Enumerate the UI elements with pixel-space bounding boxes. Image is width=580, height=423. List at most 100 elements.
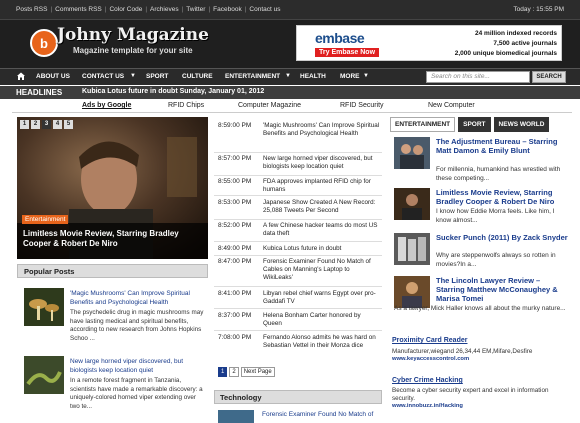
popular-post-title[interactable]: New large horned viper discovered, but b… xyxy=(70,358,205,375)
chevron-down-icon[interactable]: ▼ xyxy=(363,73,369,79)
nav-culture[interactable]: CULTURE xyxy=(182,73,213,80)
next-page-link[interactable]: Next Page xyxy=(240,367,275,377)
feed-row[interactable]: 8:55:00 PM FDA approves implanted RFID c… xyxy=(214,176,382,196)
entertainment-post-excerpt: Why are steppenwolfs always so rotten in… xyxy=(436,252,556,268)
slider-tab[interactable]: 5 xyxy=(64,120,73,129)
top-link-comments-rss[interactable]: Comments RSS xyxy=(55,6,102,13)
feed-link[interactable]: New large horned viper discovered, but b… xyxy=(263,155,380,171)
feed-row[interactable]: 8:59:00 PM 'Magic Mushrooms' Can Improve… xyxy=(214,117,382,153)
separator: | xyxy=(50,6,53,13)
feed-row[interactable]: 8:53:00 PM Japanese Show Created A New R… xyxy=(214,196,382,220)
nav-sport[interactable]: SPORT xyxy=(146,73,168,80)
featured-slider[interactable]: 1 2 3 4 5 Entertainment Limitless Movie … xyxy=(17,117,208,259)
entertainment-post-title[interactable]: The Lincoln Lawyer Review – Starring Mat… xyxy=(436,276,570,303)
entertainment-post-title[interactable]: Sucker Punch (2011) By Zack Snyder xyxy=(436,233,570,242)
feed-row[interactable]: 8:57:00 PM New large horned viper discov… xyxy=(214,153,382,176)
ad-link[interactable]: New Computer xyxy=(428,102,475,109)
post-thumbnail[interactable] xyxy=(394,137,430,169)
ad-line: 2,000 unique biomedical journals xyxy=(454,50,557,57)
top-link-facebook[interactable]: Facebook xyxy=(213,6,242,13)
separator: | xyxy=(104,6,107,13)
divider xyxy=(12,112,572,113)
technology-heading: Technology xyxy=(214,390,382,404)
ad-line: 24 million indexed records xyxy=(475,30,557,37)
post-thumbnail[interactable] xyxy=(24,288,64,326)
feed-link[interactable]: Japanese Show Created A New Record: 25,0… xyxy=(263,199,380,215)
top-link-archieves[interactable]: Archieves xyxy=(150,6,179,13)
post-thumbnail[interactable] xyxy=(394,188,430,220)
separator: | xyxy=(244,6,247,13)
feed-time: 8:52:00 PM xyxy=(218,222,252,229)
feed-row[interactable]: 8:47:00 PM Forensic Examiner Found No Ma… xyxy=(214,256,382,287)
nav-more[interactable]: MORE xyxy=(340,73,360,80)
sidebar-ad-title[interactable]: Proximity Card Reader xyxy=(392,337,467,344)
post-thumbnail[interactable] xyxy=(394,233,430,265)
page-link-current[interactable]: 1 xyxy=(218,367,228,377)
feed-row[interactable]: 7:08:00 PM Fernando Alonso admits he was… xyxy=(214,331,382,362)
post-thumbnail[interactable] xyxy=(394,276,430,308)
slider-tab-active[interactable]: 3 xyxy=(42,120,51,129)
top-link-color-code[interactable]: Color Code xyxy=(109,6,142,13)
headlines-label: HEADLINES xyxy=(16,88,63,97)
separator: | xyxy=(208,6,211,13)
home-icon[interactable] xyxy=(16,71,28,83)
separator: | xyxy=(145,6,148,13)
feed-row[interactable]: 8:37:00 PM Helena Bonham Carter honored … xyxy=(214,309,382,331)
post-thumbnail[interactable] xyxy=(24,356,64,394)
nav-entertainment[interactable]: ENTERTAINMENT xyxy=(225,73,280,80)
page-link[interactable]: 2 xyxy=(229,367,239,377)
slider-caption[interactable]: Limitless Movie Review, Starring Bradley… xyxy=(23,229,203,249)
sidebar-ad-url[interactable]: www.keyaccesscontrol.com xyxy=(392,356,469,362)
popular-post-title[interactable]: 'Magic Mushrooms' Can Improve Spiritual … xyxy=(70,290,205,307)
feed-link[interactable]: Libyan rebel chief warns Egypt over pro-… xyxy=(263,290,380,306)
top-link-contact-us[interactable]: Contact us xyxy=(249,6,280,13)
feed-time: 8:57:00 PM xyxy=(218,155,252,162)
nav-contact-us[interactable]: CONTACT US xyxy=(82,73,124,80)
post-thumbnail[interactable] xyxy=(218,410,254,423)
popular-post-excerpt: In a remote forest fragment in Tanzania,… xyxy=(70,377,203,410)
top-link-twitter[interactable]: Twitter xyxy=(186,6,205,13)
entertainment-post-excerpt: As a lawyer, Mick Haller knows all about… xyxy=(394,305,566,312)
ad-cta-button[interactable]: Try Embase Now xyxy=(315,48,380,57)
feed-link[interactable]: Helena Bonham Carter honored by Queen xyxy=(263,312,380,328)
chevron-down-icon[interactable]: ▼ xyxy=(285,73,291,79)
slider-tab[interactable]: 1 xyxy=(20,120,29,129)
nav-about-us[interactable]: ABOUT US xyxy=(36,73,70,80)
feed-link[interactable]: FDA approves implanted RFID chip for hum… xyxy=(263,178,380,194)
headline-ticker[interactable]: Kubica Lotus future in doubt Sunday, Jan… xyxy=(82,88,264,95)
ad-link[interactable]: RFID Chips xyxy=(168,102,204,109)
search-input[interactable]: Search on this site... xyxy=(426,71,530,83)
sidebar-ad-title[interactable]: Cyber Crime Hacking xyxy=(392,377,463,384)
tab-news-world[interactable]: NEWS WORLD xyxy=(493,117,550,132)
site-title[interactable]: Johny Magazine xyxy=(57,25,209,45)
feed-link[interactable]: Forensic Examiner Found No Match of Cabl… xyxy=(263,258,380,283)
nav-health[interactable]: HEALTH xyxy=(300,73,326,80)
ad-link[interactable]: Computer Magazine xyxy=(238,102,301,109)
ad-link[interactable]: RFID Security xyxy=(340,102,384,109)
feed-row[interactable]: 8:52:00 PM A few Chinese hacker teams do… xyxy=(214,220,382,242)
slider-tab[interactable]: 2 xyxy=(31,120,40,129)
ad-line: 7,500 active journals xyxy=(493,40,557,47)
entertainment-post-title[interactable]: The Adjustment Bureau – Starring Matt Da… xyxy=(436,137,570,155)
sidebar-ad-url[interactable]: www.innobuzz.in/Hacking xyxy=(392,403,463,409)
top-link-posts-rss[interactable]: Posts RSS xyxy=(16,6,47,13)
feed-link[interactable]: 'Magic Mushrooms' Can Improve Spiritual … xyxy=(263,122,380,138)
slider-tab[interactable]: 4 xyxy=(53,120,62,129)
entertainment-post-title[interactable]: Limitless Movie Review, Starring Bradley… xyxy=(436,188,570,206)
header-ad-banner[interactable]: embase Try Embase Now 24 million indexed… xyxy=(296,25,562,61)
search-button[interactable]: SEARCH xyxy=(532,71,566,83)
slider-category-badge[interactable]: Entertainment xyxy=(22,215,69,224)
feed-link[interactable]: Kubica Lotus future in doubt xyxy=(263,245,380,253)
feed-row[interactable]: 8:49:00 PM Kubica Lotus future in doubt xyxy=(214,242,382,256)
tab-entertainment[interactable]: ENTERTAINMENT xyxy=(390,117,456,132)
ads-by-google[interactable]: Ads by Google xyxy=(82,102,131,109)
logo-icon[interactable]: b xyxy=(30,29,58,57)
chevron-down-icon[interactable]: ▼ xyxy=(130,73,136,79)
technology-post-link[interactable]: Forensic Examiner Found No Match of xyxy=(262,411,380,418)
tab-sport[interactable]: SPORT xyxy=(458,117,491,132)
feed-link[interactable]: A few Chinese hacker teams do most US da… xyxy=(263,222,380,238)
feed-time: 8:41:00 PM xyxy=(218,290,252,297)
feed-link[interactable]: Fernando Alonso admits he was hard on Se… xyxy=(263,334,380,350)
feed-row[interactable]: 8:41:00 PM Libyan rebel chief warns Egyp… xyxy=(214,287,382,309)
feed-time: 8:55:00 PM xyxy=(218,178,252,185)
